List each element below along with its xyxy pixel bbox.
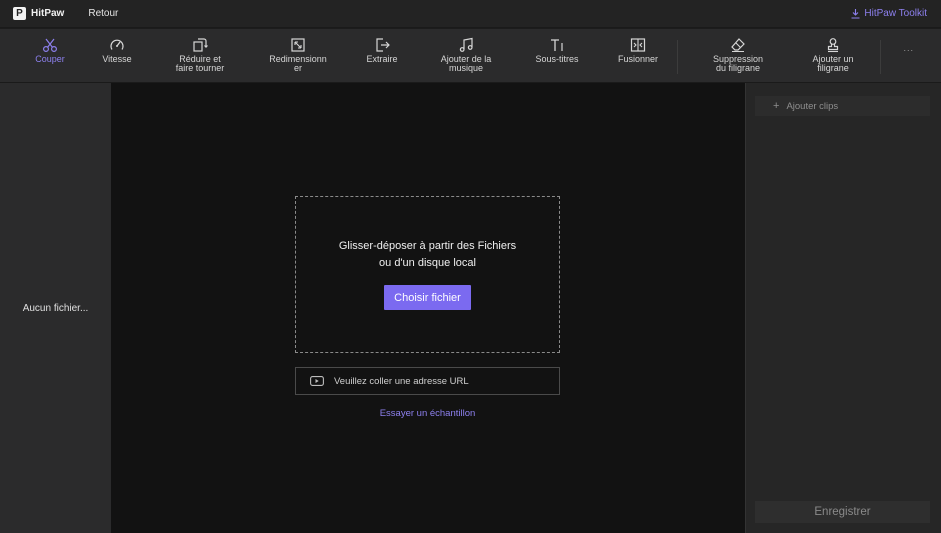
toolkit-link[interactable]: HitPaw Toolkit xyxy=(851,0,927,27)
file-dropzone[interactable]: Glisser-déposer à partir des Fichiers ou… xyxy=(295,196,560,353)
media-panel: Aucun fichier... xyxy=(0,83,111,533)
tool-label: Réduire et faire tourner xyxy=(175,54,225,73)
crop-rotate-icon xyxy=(193,38,208,52)
back-button[interactable]: Retour xyxy=(88,8,118,19)
empty-files-text: Aucun fichier... xyxy=(22,303,89,314)
tool-sous-titres[interactable]: Sous-titres xyxy=(530,29,584,83)
tool-fusionner[interactable]: Fusionner xyxy=(613,29,663,83)
url-input[interactable]: Veuillez coller une adresse URL xyxy=(295,367,560,395)
toolkit-label: HitPaw Toolkit xyxy=(864,8,927,19)
tool-couper[interactable]: Couper xyxy=(27,29,73,83)
tool-label: Extraire xyxy=(366,54,398,64)
url-input-placeholder: Veuillez coller une adresse URL xyxy=(334,375,469,387)
tool-ajouter-filigrane[interactable]: Ajouter un filigrane xyxy=(803,29,863,83)
add-clips-button[interactable]: + Ajouter clips xyxy=(755,96,930,116)
video-play-icon xyxy=(310,376,324,386)
export-icon xyxy=(376,38,390,52)
title-bar: P HitPaw Retour HitPaw Toolkit xyxy=(0,0,941,27)
tool-label: Redimensionn er xyxy=(269,54,327,73)
hitpaw-logo-icon: P xyxy=(13,7,26,20)
music-note-icon xyxy=(459,37,473,52)
resize-icon xyxy=(291,38,305,52)
tool-label: Ajouter un filigrane xyxy=(812,54,854,73)
app-logo: P HitPaw xyxy=(13,7,64,20)
tool-ajouter-musique[interactable]: Ajouter de la musique xyxy=(432,29,500,83)
tool-redimensionner[interactable]: Redimensionn er xyxy=(265,29,331,83)
merge-icon xyxy=(630,38,646,52)
stamp-icon xyxy=(827,38,839,53)
edit-toolbar: Couper Vitesse Réduire et faire tourner … xyxy=(0,28,941,82)
toolbar-divider xyxy=(880,40,881,74)
choose-file-button[interactable]: Choisir fichier xyxy=(384,285,471,310)
scissors-icon xyxy=(42,38,58,53)
eraser-icon xyxy=(731,38,745,53)
tool-label: Sous-titres xyxy=(535,54,579,64)
tool-reduire-rotate[interactable]: Réduire et faire tourner xyxy=(168,29,232,83)
tool-extraire[interactable]: Extraire xyxy=(359,29,405,83)
toolbar-divider xyxy=(677,40,678,74)
tool-vitesse[interactable]: Vitesse xyxy=(94,29,140,83)
try-sample-link[interactable]: Essayer un échantillon xyxy=(295,408,560,419)
download-icon xyxy=(851,8,860,19)
preview-canvas: Glisser-déposer à partir des Fichiers ou… xyxy=(111,83,745,533)
tool-label: Fusionner xyxy=(617,54,659,64)
more-options-button[interactable]: ... xyxy=(903,43,914,53)
tool-label: Suppression du filigrane xyxy=(712,54,764,73)
dropzone-text-line2: ou d'un disque local xyxy=(379,257,476,269)
clips-panel: + Ajouter clips Enregistrer xyxy=(745,83,941,533)
tool-label: Vitesse xyxy=(102,54,132,64)
add-clips-label: Ajouter clips xyxy=(786,100,839,112)
dropzone-text-line1: Glisser-déposer à partir des Fichiers xyxy=(338,240,517,252)
speedometer-icon xyxy=(110,39,124,50)
tool-suppression-filigrane[interactable]: Suppression du filigrane xyxy=(704,29,772,83)
tool-label: Couper xyxy=(35,54,65,64)
text-icon xyxy=(551,39,563,51)
save-button[interactable]: Enregistrer xyxy=(755,501,930,523)
tool-label: Ajouter de la musique xyxy=(440,54,492,73)
plus-icon: + xyxy=(773,100,780,112)
app-name: HitPaw xyxy=(31,8,65,19)
